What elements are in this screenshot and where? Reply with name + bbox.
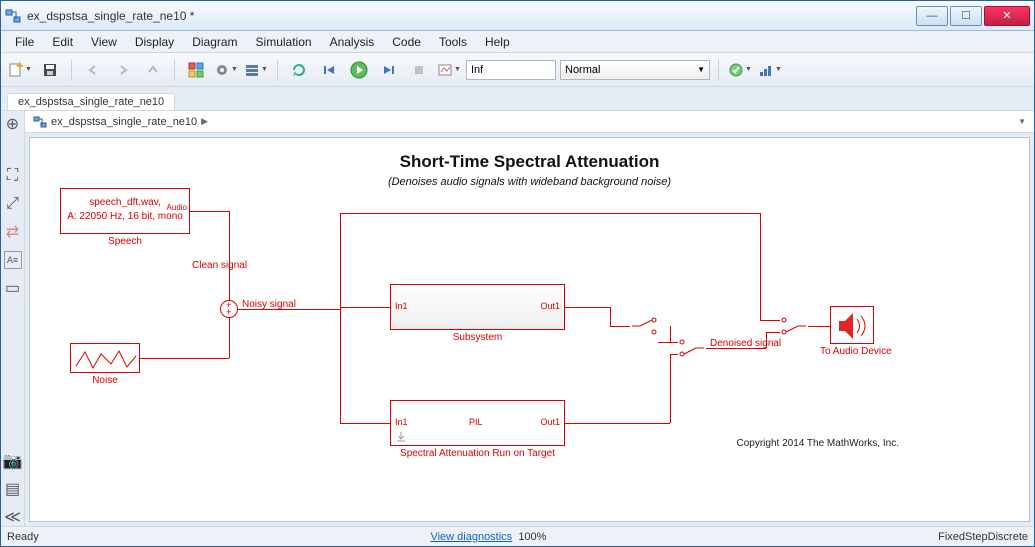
- step-back-button[interactable]: [316, 57, 342, 83]
- screenshot-button[interactable]: 📷: [4, 452, 22, 470]
- image-button[interactable]: ▭: [4, 279, 22, 297]
- palette: ⊕ ⛶ ⤢ ⇄ A≡ ▭ 📷 ▤ ≪: [1, 111, 25, 526]
- library-browser-button[interactable]: [183, 57, 209, 83]
- titlebar: ex_dspstsa_single_rate_ne10 * — ☐ ✕: [1, 1, 1034, 31]
- block-speech[interactable]: speech_dft.wav, A: 22050 Hz, 16 bit, mon…: [60, 188, 190, 234]
- breadcrumb-model[interactable]: ex_dspstsa_single_rate_ne10: [51, 116, 197, 128]
- checks-button[interactable]: ▼: [727, 57, 753, 83]
- menu-diagram[interactable]: Diagram: [184, 33, 245, 51]
- breadcrumb: ex_dspstsa_single_rate_ne10 ▶ ▼: [25, 111, 1034, 133]
- toggle-perspective-button[interactable]: ⇄: [4, 223, 22, 241]
- simulink-icon: [5, 8, 21, 24]
- label-sink: To Audio Device: [820, 346, 884, 357]
- model-tab[interactable]: ex_dspstsa_single_rate_ne10: [7, 93, 175, 110]
- label-speech: Speech: [60, 236, 190, 247]
- breadcrumb-sep-icon: ▶: [201, 116, 208, 127]
- status-progress: 100%: [518, 531, 546, 543]
- copyright: Copyright 2014 The MathWorks, Inc.: [737, 438, 900, 449]
- menu-code[interactable]: Code: [384, 33, 429, 51]
- up-button[interactable]: [140, 57, 166, 83]
- diagram-canvas[interactable]: Short-Time Spectral Attenuation (Denoise…: [29, 137, 1030, 522]
- zoom-fit-button[interactable]: ⛶: [4, 167, 22, 185]
- close-button[interactable]: ✕: [984, 6, 1030, 26]
- zoom-in-button[interactable]: ⤢: [4, 195, 22, 213]
- model-config-button[interactable]: ▼: [213, 57, 239, 83]
- menu-help[interactable]: Help: [477, 33, 518, 51]
- save-button[interactable]: [37, 57, 63, 83]
- new-model-button[interactable]: ✚▼: [7, 57, 33, 83]
- menu-analysis[interactable]: Analysis: [322, 33, 383, 51]
- menubar: File Edit View Display Diagram Simulatio…: [1, 31, 1034, 53]
- switch-middle[interactable]: [678, 338, 706, 363]
- maximize-button[interactable]: ☐: [950, 6, 982, 26]
- minimize-button[interactable]: —: [916, 6, 948, 26]
- block-pil[interactable]: In1 PIL Out1: [390, 400, 565, 446]
- block-audio-sink[interactable]: [830, 306, 874, 344]
- step-forward-button[interactable]: [376, 57, 402, 83]
- download-icon: [395, 431, 407, 443]
- window-title: ex_dspstsa_single_rate_ne10 *: [27, 9, 916, 23]
- forward-button[interactable]: [110, 57, 136, 83]
- update-diagram-button[interactable]: [286, 57, 312, 83]
- menu-view[interactable]: View: [83, 33, 125, 51]
- toolbar: ✚▼ ▼ ▼ ▼ Normal▼ ▼ ▼: [1, 53, 1034, 87]
- status-solver: FixedStepDiscrete: [938, 531, 1028, 543]
- block-noise[interactable]: [70, 343, 140, 373]
- model-explorer-button[interactable]: ▼: [243, 57, 269, 83]
- switch-top[interactable]: [630, 316, 658, 341]
- statusbar: Ready View diagnostics 100% FixedStepDis…: [1, 526, 1034, 546]
- menu-simulation[interactable]: Simulation: [248, 33, 320, 51]
- label-pil: Spectral Attenuation Run on Target: [360, 448, 595, 459]
- menu-edit[interactable]: Edit: [44, 33, 81, 51]
- run-button[interactable]: [346, 57, 372, 83]
- label-clean: Clean signal: [192, 260, 247, 271]
- breadcrumb-dropdown-icon[interactable]: ▼: [1018, 117, 1026, 126]
- build-button[interactable]: ▼: [757, 57, 783, 83]
- model-icon: [33, 115, 47, 129]
- simulation-mode-select[interactable]: Normal▼: [560, 60, 710, 80]
- switch-right[interactable]: [780, 316, 808, 341]
- restore-button[interactable]: ≪: [4, 508, 22, 526]
- back-button[interactable]: [80, 57, 106, 83]
- stop-button[interactable]: [406, 57, 432, 83]
- status-ready: Ready: [7, 531, 39, 543]
- block-subsystem[interactable]: In1 Out1: [390, 284, 565, 330]
- menu-file[interactable]: File: [7, 33, 42, 51]
- hide-browser-button[interactable]: ⊕: [4, 115, 22, 133]
- diagram-subtitle: (Denoises audio signals with wideband ba…: [30, 176, 1029, 188]
- view-diagnostics-link[interactable]: View diagnostics: [430, 531, 512, 543]
- record-button[interactable]: ▼: [436, 57, 462, 83]
- label-subsystem: Subsystem: [390, 332, 565, 343]
- menu-tools[interactable]: Tools: [431, 33, 475, 51]
- menu-display[interactable]: Display: [127, 33, 182, 51]
- label-noise: Noise: [70, 375, 140, 386]
- viewmark-button[interactable]: ▤: [4, 480, 22, 498]
- stop-time-input[interactable]: [466, 60, 556, 80]
- diagram-title: Short-Time Spectral Attenuation: [30, 152, 1029, 172]
- tabstrip: ex_dspstsa_single_rate_ne10: [1, 87, 1034, 111]
- svg-text:✚: ✚: [16, 62, 24, 71]
- annotation-button[interactable]: A≡: [4, 251, 22, 269]
- block-sum[interactable]: [220, 300, 238, 318]
